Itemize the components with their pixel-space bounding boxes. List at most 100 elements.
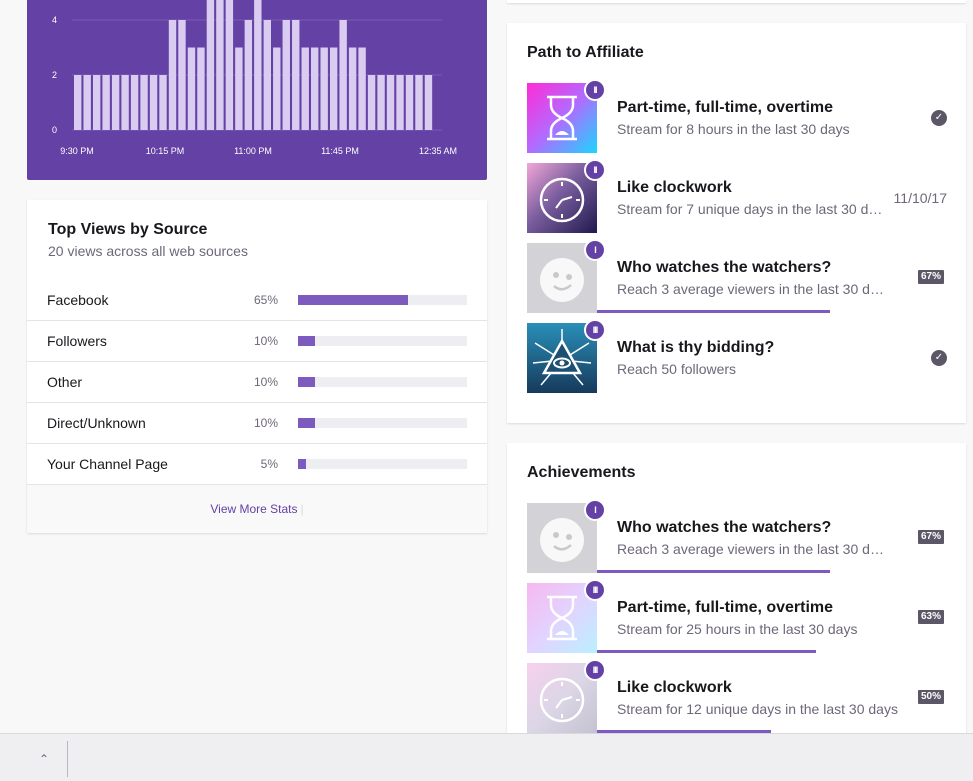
- source-name: Other: [47, 374, 83, 390]
- path-to-affiliate-card: Path to Affiliate II Part-time, full-tim…: [507, 23, 966, 423]
- viewer-bar[interactable]: [130, 75, 139, 130]
- x-tick-label: 11:00 PM: [234, 146, 272, 156]
- viewer-bar[interactable]: [159, 75, 167, 130]
- quest-description: Stream for 7 unique days in the last 30 …: [617, 201, 885, 217]
- y-tick-label: 4: [52, 15, 57, 25]
- view-more-stats-link[interactable]: View More Stats: [210, 502, 297, 516]
- progress-percent-badge: 67%: [918, 530, 945, 544]
- viewer-bar[interactable]: [168, 20, 177, 130]
- top-views-subtitle: 20 views across all web sources: [48, 243, 248, 259]
- tier-badge: III: [584, 659, 606, 681]
- progress-percent-badge: 67%: [918, 270, 945, 284]
- quest-title: What is thy bidding?: [617, 339, 775, 356]
- viewer-bar[interactable]: [121, 75, 129, 130]
- source-name: Your Channel Page: [47, 456, 168, 472]
- quest-description: Reach 3 average viewers in the last 30 d…: [617, 281, 885, 297]
- tier-badge: III: [584, 319, 606, 341]
- viewer-bar[interactable]: [311, 47, 319, 131]
- viewer-bar[interactable]: [263, 20, 271, 130]
- source-row-other: Other 10%: [27, 362, 487, 403]
- progress-percent-badge: 63%: [918, 610, 945, 624]
- viewer-bar[interactable]: [197, 47, 205, 131]
- viewer-bar[interactable]: [102, 75, 110, 130]
- viewer-bar[interactable]: [92, 75, 101, 130]
- viewer-bar[interactable]: [320, 47, 328, 131]
- tier-badge: II: [584, 79, 606, 101]
- viewer-bar[interactable]: [216, 0, 224, 130]
- quest-thy-bidding[interactable]: III What is thy bidding? Reach 50 follow…: [527, 319, 952, 393]
- viewer-bar[interactable]: [415, 75, 423, 130]
- check-circle-icon: ✓: [931, 350, 947, 366]
- source-percent: 10%: [253, 375, 278, 389]
- quest-who-watches[interactable]: I Who watches the watchers? Reach 3 aver…: [527, 239, 952, 313]
- quest-title: Who watches the watchers?: [617, 259, 832, 276]
- previous-card-edge: [507, 0, 966, 3]
- top-views-footer: View More Stats |: [27, 485, 487, 533]
- viewer-bar[interactable]: [292, 20, 300, 130]
- viewer-bar[interactable]: [348, 47, 357, 131]
- quest-like-clockwork[interactable]: II Like clockwork Stream for 7 unique da…: [527, 159, 952, 233]
- achievement-who-watches[interactable]: I Who watches the watchers? Reach 3 aver…: [527, 499, 952, 573]
- source-name: Followers: [47, 333, 107, 349]
- x-tick-label: 9:30 PM: [60, 146, 94, 156]
- achievement-description: Stream for 12 unique days in the last 30…: [617, 701, 898, 717]
- viewer-bar[interactable]: [329, 47, 338, 131]
- achievement-description: Reach 3 average viewers in the last 30 d…: [617, 541, 885, 557]
- achievement-like-clockwork[interactable]: III Like clockwork Stream for 12 unique …: [527, 659, 952, 733]
- quest-part-time[interactable]: II Part-time, full-time, overtime Stream…: [527, 79, 952, 153]
- viewer-bar[interactable]: [83, 75, 91, 130]
- viewer-bar[interactable]: [244, 20, 253, 130]
- tier-badge: II: [584, 159, 606, 181]
- achievement-description: Stream for 25 hours in the last 30 days: [617, 621, 858, 637]
- viewer-bar[interactable]: [424, 75, 433, 130]
- viewer-bar[interactable]: [225, 0, 234, 130]
- tier-badge: III: [584, 579, 606, 601]
- source-percent: 10%: [253, 334, 278, 348]
- viewer-bar[interactable]: [377, 75, 385, 130]
- source-bar-track: [298, 459, 467, 469]
- viewer-bar[interactable]: [235, 47, 243, 131]
- viewer-bar[interactable]: [187, 47, 196, 131]
- source-bar-fill: [298, 377, 315, 387]
- viewer-bar[interactable]: [358, 47, 366, 131]
- viewer-bar[interactable]: [254, 0, 262, 130]
- source-row-channel-page: Your Channel Page 5%: [27, 444, 487, 485]
- tier-badge: I: [584, 499, 606, 521]
- viewer-bar[interactable]: [273, 47, 281, 131]
- achievement-title: Part-time, full-time, overtime: [617, 599, 834, 616]
- viewer-bar[interactable]: [339, 20, 347, 130]
- viewer-bar[interactable]: [74, 75, 82, 130]
- source-row-followers: Followers 10%: [27, 321, 487, 362]
- source-bar-track: [298, 377, 467, 387]
- viewer-bar[interactable]: [282, 20, 290, 130]
- achievement-part-time[interactable]: III Part-time, full-time, overtime Strea…: [527, 579, 952, 653]
- viewer-bar[interactable]: [301, 47, 309, 131]
- viewer-bar[interactable]: [396, 75, 404, 130]
- viewer-bar[interactable]: [178, 20, 186, 130]
- viewer-bar[interactable]: [206, 0, 215, 130]
- viewer-bar[interactable]: [111, 75, 120, 130]
- completion-date: 11/10/17: [893, 190, 947, 206]
- source-row-direct-unknown: Direct/Unknown 10%: [27, 403, 487, 444]
- source-bar-track: [298, 295, 467, 305]
- y-tick-label: 2: [52, 70, 57, 80]
- source-bar-fill: [298, 336, 315, 346]
- source-bar-track: [298, 418, 467, 428]
- x-tick-label: 11:45 PM: [321, 146, 359, 156]
- viewer-bar[interactable]: [149, 75, 158, 130]
- top-views-title: Top Views by Source: [48, 221, 208, 238]
- achievement-title: Who watches the watchers?: [617, 519, 832, 536]
- source-percent: 10%: [253, 416, 278, 430]
- achievements-title: Achievements: [527, 464, 636, 481]
- viewer-bar[interactable]: [405, 75, 414, 130]
- chevron-up-icon[interactable]: ⌃: [28, 748, 60, 770]
- viewer-bar[interactable]: [140, 75, 148, 130]
- check-circle-icon: ✓: [931, 110, 947, 126]
- viewer-bar[interactable]: [367, 75, 376, 130]
- path-to-affiliate-title: Path to Affiliate: [527, 44, 644, 61]
- source-bar-fill: [298, 418, 315, 428]
- viewers-chart-card: 0 2 4 9:30 PM 10:15 PM 11:00 PM 11:45 PM 12:35 …: [27, 0, 487, 180]
- viewer-bar[interactable]: [386, 75, 395, 130]
- y-tick-label: 0: [52, 125, 57, 135]
- x-tick-label: 10:15 PM: [146, 146, 185, 156]
